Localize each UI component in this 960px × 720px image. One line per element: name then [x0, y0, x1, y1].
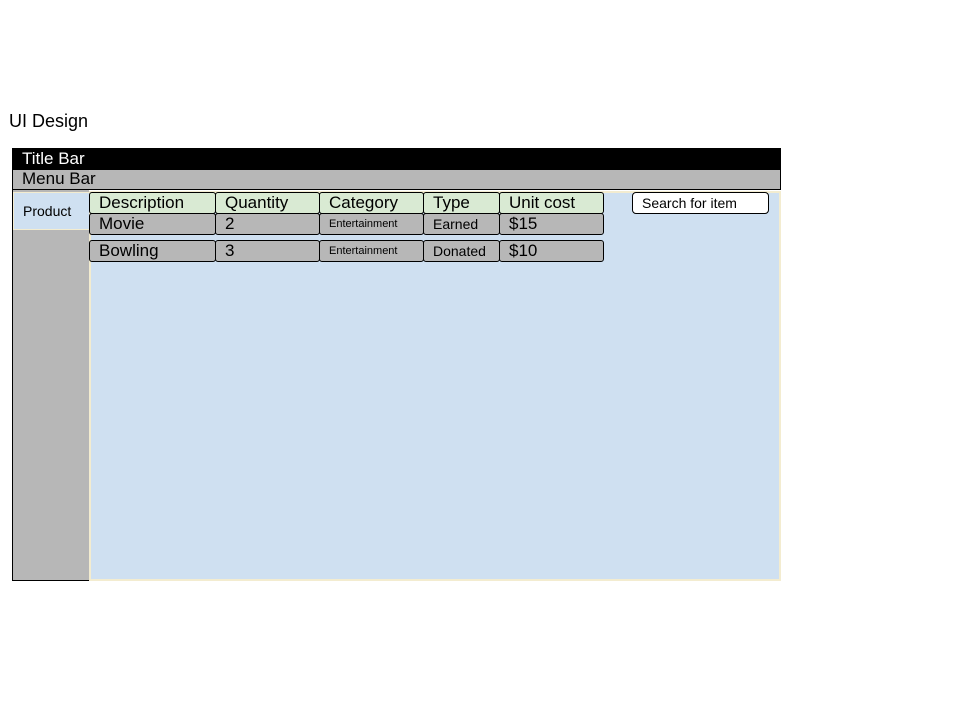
title-bar: Title Bar	[12, 148, 781, 170]
sidebar: Product	[12, 190, 90, 581]
cell-unit-cost[interactable]: $10	[499, 240, 604, 262]
page-heading: UI Design	[9, 111, 89, 131]
sidebar-item-product[interactable]: Product	[13, 192, 90, 230]
column-header-quantity[interactable]: Quantity	[215, 192, 320, 214]
cell-category[interactable]: Entertainment	[319, 213, 424, 235]
cell-quantity[interactable]: 2	[215, 213, 320, 235]
cell-type[interactable]: Earned	[423, 213, 500, 235]
cell-quantity[interactable]: 3	[215, 240, 320, 262]
cell-unit-cost[interactable]: $15	[499, 213, 604, 235]
cell-category[interactable]: Entertainment	[319, 240, 424, 262]
menu-bar[interactable]: Menu Bar	[12, 170, 781, 190]
column-header-description[interactable]: Description	[89, 192, 216, 214]
cell-type[interactable]: Donated	[423, 240, 500, 262]
cell-description[interactable]: Bowling	[89, 240, 216, 262]
column-header-category[interactable]: Category	[319, 192, 424, 214]
column-header-unit-cost[interactable]: Unit cost	[499, 192, 604, 214]
page: UI Design Title Bar Menu Bar Product Des…	[0, 0, 960, 720]
cell-description[interactable]: Movie	[89, 213, 216, 235]
search-input[interactable]	[632, 192, 769, 214]
column-header-type[interactable]: Type	[423, 192, 500, 214]
